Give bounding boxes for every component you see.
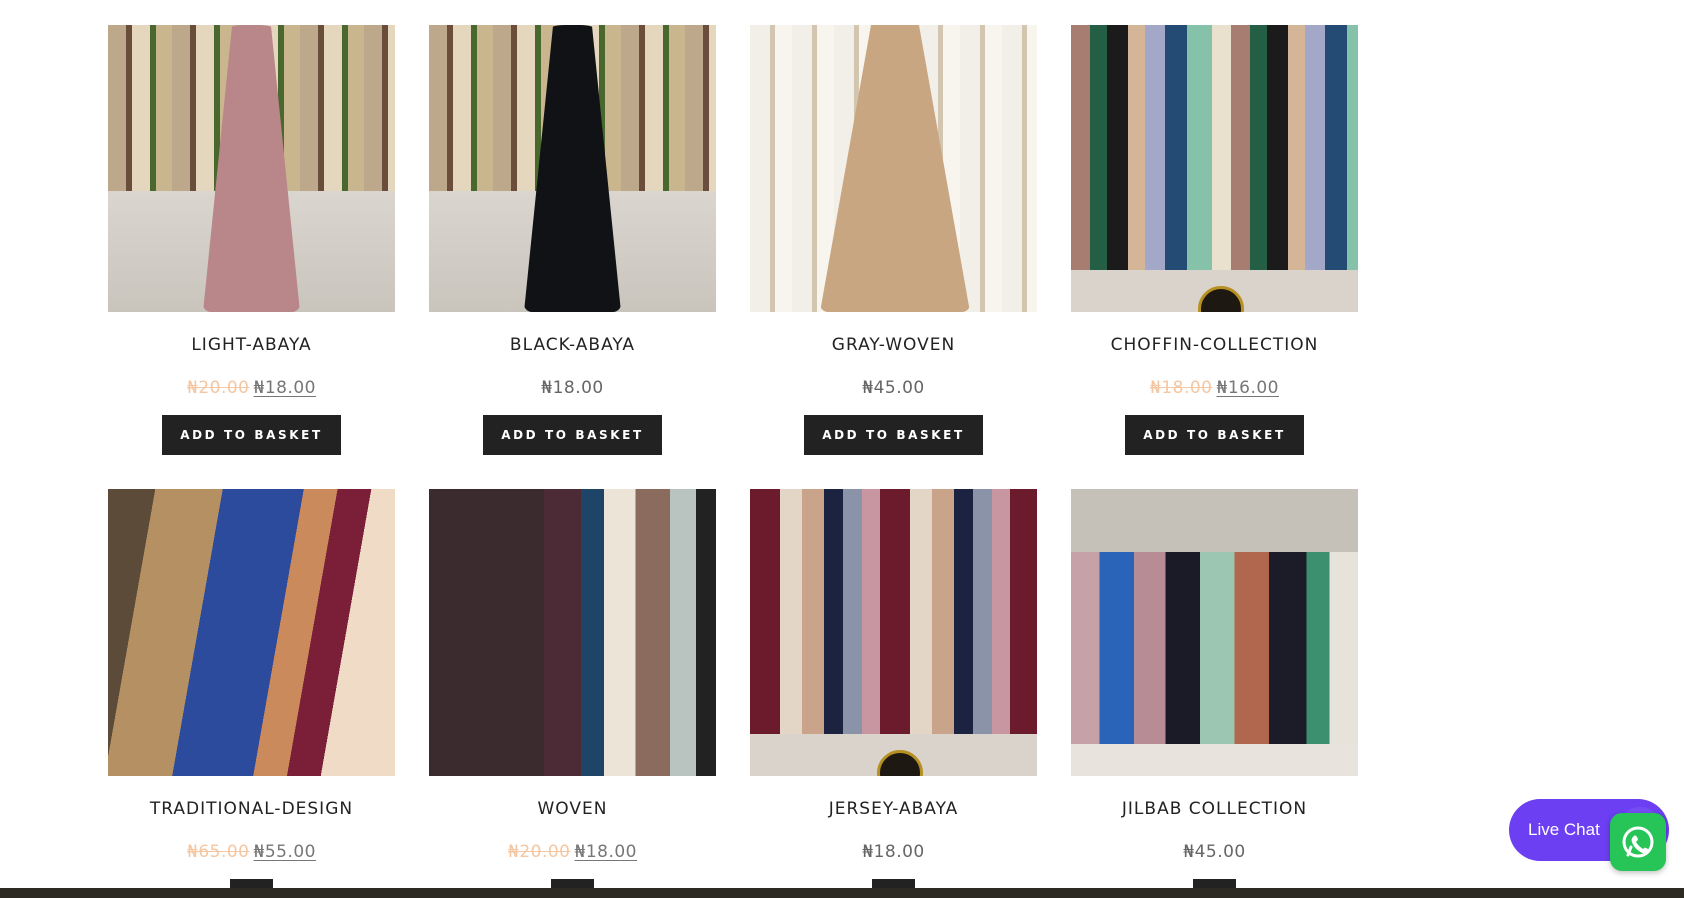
fabric-background [429,489,716,776]
product-card: GRAY-WOVEN ₦45.00 ADD TO BASKET [750,25,1037,455]
whatsapp-icon[interactable] [1610,813,1666,871]
rack-background [1071,489,1358,776]
product-image[interactable] [429,489,716,776]
whatsapp-glyph-icon [1622,826,1654,858]
current-price: ₦18.00 [862,842,925,862]
current-price: ₦45.00 [862,378,925,398]
current-price: ₦45.00 [1183,842,1246,862]
product-image[interactable] [429,25,716,312]
product-grid: LIGHT-ABAYA ₦20.00 ₦18.00 ADD TO BASKET B… [108,25,1358,898]
product-price: ₦45.00 [750,377,1037,399]
product-title[interactable]: JILBAB COLLECTION [1071,798,1358,820]
add-to-basket-button[interactable]: ADD TO BASKET [162,415,341,455]
current-price: ₦16.00 [1216,378,1279,398]
product-price: ₦65.00 ₦55.00 [108,841,395,863]
product-price: ₦20.00 ₦18.00 [108,377,395,399]
product-title[interactable]: BLACK-ABAYA [429,334,716,356]
add-to-basket-button[interactable]: ADD TO BASKET [483,415,662,455]
product-price: ₦18.00 [429,377,716,399]
product-title[interactable]: TRADITIONAL-DESIGN [108,798,395,820]
product-price: ₦45.00 [1071,841,1358,863]
old-price: ₦20.00 [508,842,571,862]
rack-background [750,489,1037,776]
old-price: ₦18.00 [1150,378,1213,398]
live-chat-label: Live Chat [1528,820,1600,839]
product-price: ₦18.00 ₦16.00 [1071,377,1358,399]
rack-background [1071,25,1358,312]
current-price: ₦18.00 [574,842,637,862]
product-image[interactable] [108,489,395,776]
old-price: ₦65.00 [187,842,250,862]
product-card: JERSEY-ABAYA ₦18.00 [750,489,1037,898]
product-image[interactable] [1071,489,1358,776]
current-price: ₦18.00 [541,378,604,398]
product-title[interactable]: WOVEN [429,798,716,820]
fabric-background [108,489,395,776]
product-card: WOVEN ₦20.00 ₦18.00 [429,489,716,898]
add-to-basket-button[interactable]: ADD TO BASKET [1125,415,1304,455]
product-title[interactable]: LIGHT-ABAYA [108,334,395,356]
product-card: CHOFFIN-COLLECTION ₦18.00 ₦16.00 ADD TO B… [1071,25,1358,455]
product-image[interactable] [750,25,1037,312]
product-image[interactable] [1071,25,1358,312]
product-card: TRADITIONAL-DESIGN ₦65.00 ₦55.00 [108,489,395,898]
product-image[interactable] [750,489,1037,776]
product-title[interactable]: JERSEY-ABAYA [750,798,1037,820]
product-title[interactable]: GRAY-WOVEN [750,334,1037,356]
product-card: BLACK-ABAYA ₦18.00 ADD TO BASKET [429,25,716,455]
floor [1071,744,1358,776]
current-price: ₦18.00 [253,378,316,398]
add-to-basket-button[interactable]: ADD TO BASKET [804,415,983,455]
shop-page: LIGHT-ABAYA ₦20.00 ₦18.00 ADD TO BASKET B… [0,0,1684,898]
product-card: LIGHT-ABAYA ₦20.00 ₦18.00 ADD TO BASKET [108,25,395,455]
current-price: ₦55.00 [253,842,316,862]
product-title[interactable]: CHOFFIN-COLLECTION [1071,334,1358,356]
product-card: JILBAB COLLECTION ₦45.00 [1071,489,1358,898]
product-price: ₦18.00 [750,841,1037,863]
footer-strip [0,888,1684,898]
old-price: ₦20.00 [187,378,250,398]
product-price: ₦20.00 ₦18.00 [429,841,716,863]
product-image[interactable] [108,25,395,312]
